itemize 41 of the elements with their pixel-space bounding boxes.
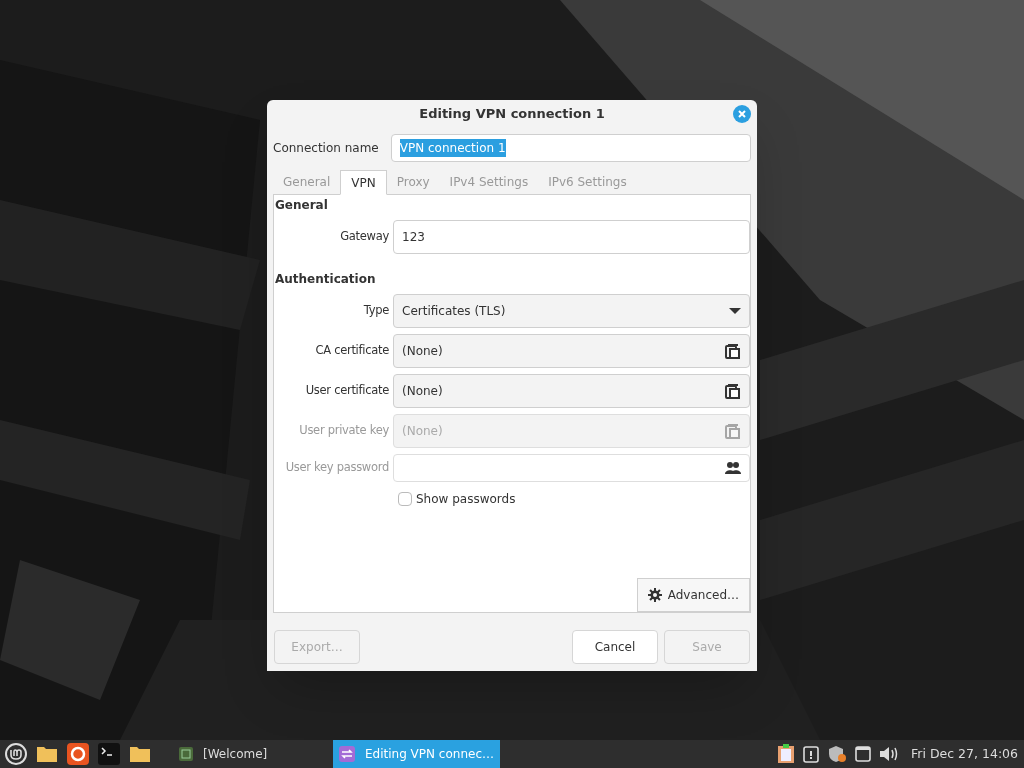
window-icon xyxy=(179,747,193,761)
menu-icon[interactable] xyxy=(5,743,27,765)
field-label: User private key xyxy=(298,422,390,440)
field-label: User certificate xyxy=(304,382,390,400)
folder-icon[interactable] xyxy=(129,744,151,764)
tab[interactable]: VPN xyxy=(340,170,387,195)
browser-icon[interactable] xyxy=(67,743,89,765)
clipboard-icon[interactable] xyxy=(777,744,796,764)
notes-icon[interactable] xyxy=(803,745,820,763)
field-label: CA certificate xyxy=(314,342,390,360)
advanced-button[interactable]: Advanced… xyxy=(636,578,750,612)
file-chooser-button[interactable]: (None) xyxy=(393,334,750,368)
window-icon[interactable] xyxy=(855,746,872,762)
close-icon xyxy=(737,109,747,119)
gear-icon xyxy=(647,588,662,602)
section-heading: General xyxy=(274,197,329,214)
field-label: User key password xyxy=(284,459,390,477)
people-icon xyxy=(725,461,741,475)
taskbar-window-button[interactable]: [Welcome] xyxy=(173,740,333,768)
field-label: Gateway xyxy=(339,228,390,246)
show-passwords-checkbox[interactable]: Show passwords xyxy=(398,490,516,508)
folder-icon[interactable] xyxy=(36,744,58,764)
dialog-button[interactable]: Cancel xyxy=(572,630,658,664)
field-label: Connection name xyxy=(273,140,379,157)
dropdown[interactable]: Certificates (TLS) xyxy=(393,294,750,328)
copy-icon xyxy=(725,383,741,399)
copy-icon xyxy=(725,343,741,359)
network-icon xyxy=(339,746,355,762)
clock[interactable]: Fri Dec 27, 14:06 xyxy=(911,744,1018,764)
terminal-icon[interactable] xyxy=(98,743,120,765)
field-label: Type xyxy=(362,302,390,320)
shield-icon[interactable] xyxy=(827,745,848,763)
field-value: VPN connection 1 xyxy=(399,139,506,157)
copy-icon xyxy=(725,423,741,439)
section-heading: Authentication xyxy=(274,271,377,288)
volume-icon[interactable] xyxy=(879,746,900,762)
window-title: Editing VPN connection 1 xyxy=(419,105,605,124)
dropdown-arrow-icon xyxy=(729,307,741,315)
input-field[interactable]: 123 xyxy=(393,220,750,254)
close-button[interactable] xyxy=(733,105,751,123)
file-chooser-button[interactable]: (None) xyxy=(393,374,750,408)
